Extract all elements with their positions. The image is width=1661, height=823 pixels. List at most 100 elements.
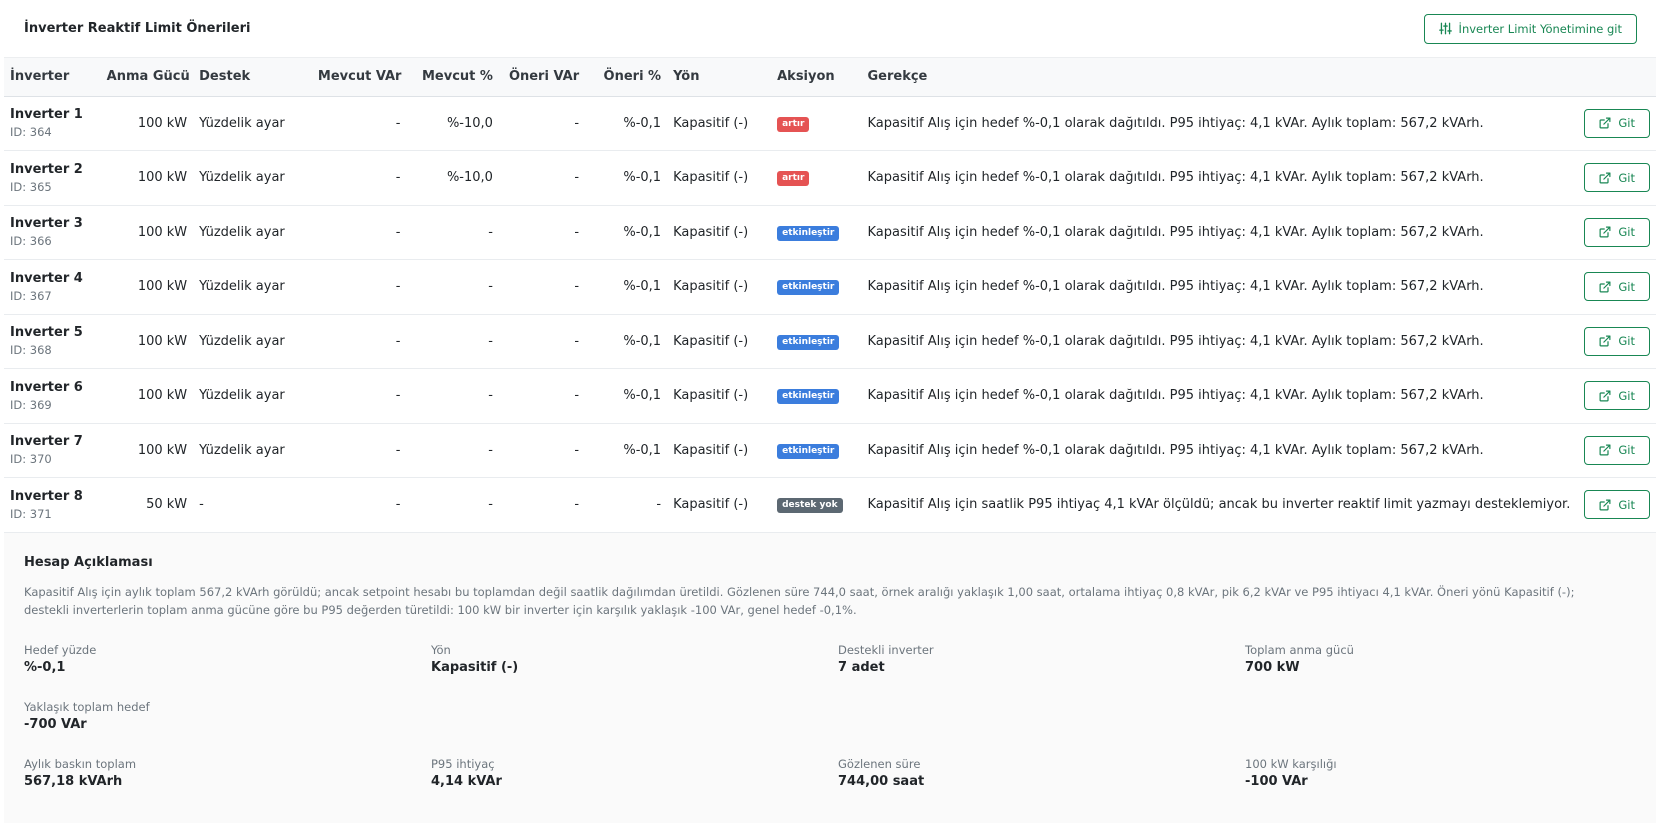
recommended-pct-cell: %-0,1 — [623, 115, 662, 131]
stat-label: 100 kW karşılığı — [1245, 756, 1337, 771]
page-title: İnverter Reaktif Limit Önerileri — [24, 21, 251, 36]
calculation-explanation: Hesap Açıklaması Kapasitif Alış için ayl… — [4, 532, 1656, 823]
external-link-icon — [1599, 172, 1611, 184]
stat-item: Yaklaşık toplam hedef -700 VAr — [24, 700, 431, 757]
go-button[interactable]: Git — [1584, 163, 1650, 193]
reason-cell: Kapasitif Alış için saatlik P95 ihtiyaç … — [867, 497, 1571, 513]
go-cell: Git — [1479, 151, 1656, 206]
current-var-cell: - — [395, 442, 401, 458]
inverter-cell: Inverter 2 ID: 365 — [4, 151, 101, 206]
rated-power-cell: 50 kW — [146, 497, 188, 513]
reason-cell: Kapasitif Alış için hedef %-0,1 olarak d… — [867, 224, 1484, 240]
rated-power-cell: 100 kW — [137, 279, 188, 295]
column-header-support: Destek — [199, 69, 251, 85]
inverter-id: ID: 368 — [10, 343, 52, 358]
support-cell: Yüzdelik ayar — [199, 388, 285, 404]
inverter-name: Inverter 6 — [10, 379, 83, 395]
stat-label: Yön — [431, 642, 451, 657]
stat-item — [838, 700, 1245, 757]
stats-grid: Hedef yüzde %-0,1 Yön Kapasitif (-) Dest… — [24, 643, 1636, 814]
recommended-var-cell: - — [574, 279, 580, 295]
go-button[interactable]: Git — [1584, 435, 1650, 465]
table-row: Inverter 1 ID: 364 100 kW Yüzdelik ayar … — [4, 96, 1656, 151]
sliders-icon — [1438, 22, 1452, 35]
external-link-icon — [1599, 499, 1611, 511]
table-row: Inverter 8 ID: 371 50 kW - - - - - Kapas… — [4, 478, 1656, 533]
go-button-label: Git — [1618, 279, 1635, 294]
current-pct-cell: - — [488, 497, 493, 513]
go-button-label: Git — [1618, 443, 1635, 458]
go-button[interactable]: Git — [1584, 217, 1650, 247]
stat-value: -100 VAr — [1245, 773, 1308, 789]
go-cell: Git — [1479, 369, 1656, 424]
direction-cell: Kapasitif (-) — [673, 333, 749, 349]
column-header-inverter: İnverter — [10, 69, 70, 85]
direction-cell: Kapasitif (-) — [673, 170, 749, 186]
recommended-var-cell: - — [574, 115, 580, 131]
support-cell: Yüzdelik ayar — [199, 115, 285, 131]
go-button[interactable]: Git — [1584, 272, 1650, 302]
table-row: Inverter 4 ID: 367 100 kW Yüzdelik ayar … — [4, 260, 1656, 315]
inverter-id: ID: 370 — [10, 452, 52, 467]
go-button[interactable]: Git — [1584, 108, 1650, 138]
go-button[interactable]: Git — [1584, 326, 1650, 356]
action-cell: destek yok — [771, 478, 861, 533]
current-pct-cell: %-10,0 — [446, 115, 493, 131]
column-header-current-var: Mevcut VAr — [317, 69, 402, 85]
current-var-cell: - — [395, 170, 401, 186]
stat-item — [1245, 700, 1645, 757]
recommendations-card: İnverter Reaktif Limit Önerileri İnverte… — [4, 0, 1656, 823]
recommended-var-cell: - — [574, 333, 580, 349]
action-badge: etkinleştir — [777, 389, 840, 405]
inverter-id: ID: 366 — [10, 234, 52, 249]
go-button-label: Git — [1618, 334, 1635, 349]
recommended-pct-cell: %-0,1 — [623, 333, 662, 349]
external-link-icon — [1599, 281, 1611, 293]
support-cell: Yüzdelik ayar — [199, 224, 285, 240]
reason-cell: Kapasitif Alış için hedef %-0,1 olarak d… — [867, 279, 1484, 295]
current-pct-cell: - — [488, 224, 493, 240]
direction-cell: Kapasitif (-) — [673, 279, 749, 295]
table-row: Inverter 7 ID: 370 100 kW Yüzdelik ayar … — [4, 423, 1656, 478]
go-cell: Git — [1479, 423, 1656, 478]
action-badge: artır — [777, 171, 810, 187]
recommended-pct-cell: %-0,1 — [623, 224, 662, 240]
stat-label: P95 ihtiyaç — [431, 756, 495, 771]
recommendations-table: İnverter Anma Gücü Destek Mevcut VAr Mev… — [4, 58, 1656, 533]
action-cell: etkinleştir — [771, 260, 861, 315]
reason-cell: Kapasitif Alış için hedef %-0,1 olarak d… — [867, 333, 1484, 349]
column-header-recommended-var: Öneri VAr — [508, 69, 580, 85]
table-row: Inverter 3 ID: 366 100 kW Yüzdelik ayar … — [4, 205, 1656, 260]
current-var-cell: - — [395, 388, 401, 404]
action-badge: etkinleştir — [777, 443, 840, 459]
table-row: Inverter 6 ID: 369 100 kW Yüzdelik ayar … — [4, 369, 1656, 424]
inverter-limit-management-button[interactable]: İnverter Limit Yönetimine git — [1423, 13, 1637, 44]
recommended-pct-cell: %-0,1 — [623, 442, 662, 458]
go-button[interactable]: Git — [1584, 381, 1650, 411]
recommended-pct-cell: %-0,1 — [623, 170, 662, 186]
direction-cell: Kapasitif (-) — [673, 442, 749, 458]
reason-cell: Kapasitif Alış için hedef %-0,1 olarak d… — [867, 115, 1484, 131]
recommended-pct-cell: %-0,1 — [623, 388, 662, 404]
stat-label: Destekli inverter — [838, 642, 934, 657]
current-var-cell: - — [395, 279, 401, 295]
support-cell: - — [199, 497, 204, 513]
column-header-rated-power: Anma Gücü — [106, 69, 190, 85]
recommended-var-cell: - — [574, 170, 580, 186]
stat-value: %-0,1 — [24, 659, 66, 675]
stat-item — [431, 700, 838, 757]
action-cell: artır — [771, 96, 861, 151]
go-cell: Git — [1479, 205, 1656, 260]
column-header-direction: Yön — [673, 69, 700, 85]
action-cell: etkinleştir — [771, 369, 861, 424]
stat-item: P95 ihtiyaç 4,14 kVAr — [431, 757, 838, 814]
inverter-cell: Inverter 5 ID: 368 — [4, 314, 101, 369]
inverter-cell: Inverter 6 ID: 369 — [4, 369, 101, 424]
stat-item: Gözlenen süre 744,00 saat — [838, 757, 1245, 814]
stat-value: 4,14 kVAr — [431, 773, 502, 789]
go-button[interactable]: Git — [1584, 490, 1650, 520]
action-badge: destek yok — [777, 498, 843, 514]
inverter-cell: Inverter 8 ID: 371 — [4, 478, 101, 533]
action-badge: etkinleştir — [777, 225, 840, 241]
stat-item: Destekli inverter 7 adet — [838, 643, 1245, 700]
